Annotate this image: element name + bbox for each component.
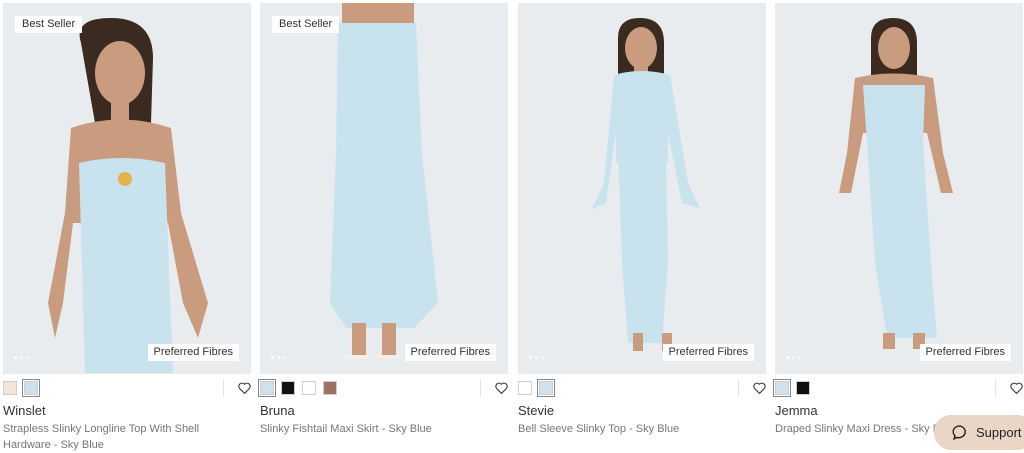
wishlist-button[interactable] bbox=[995, 379, 1023, 397]
image-carousel-dots[interactable] bbox=[14, 356, 29, 359]
product-description[interactable]: Strapless Slinky Longline Top With Shell… bbox=[3, 421, 213, 453]
carousel-dot[interactable] bbox=[283, 356, 286, 359]
heart-icon bbox=[238, 382, 251, 394]
product-description[interactable]: Bell Sleeve Slinky Top - Sky Blue bbox=[518, 421, 728, 437]
wishlist-button[interactable] bbox=[738, 379, 766, 397]
best-seller-badge: Best Seller bbox=[15, 16, 83, 33]
carousel-dot[interactable] bbox=[541, 356, 544, 359]
color-swatch[interactable] bbox=[773, 379, 791, 397]
product-card[interactable]: Best Seller Preferred Fibres Bruna Slink… bbox=[258, 3, 508, 453]
model-photo bbox=[518, 3, 766, 374]
product-image[interactable]: Best Seller Preferred Fibres bbox=[3, 3, 251, 374]
product-name[interactable]: Stevie bbox=[518, 403, 554, 418]
support-label: Support bbox=[976, 425, 1022, 440]
product-name[interactable]: Winslet bbox=[3, 403, 46, 418]
color-swatch[interactable] bbox=[518, 381, 532, 395]
wishlist-button[interactable] bbox=[480, 379, 508, 397]
image-carousel-dots[interactable] bbox=[271, 356, 286, 359]
support-chat-button[interactable]: Support bbox=[934, 415, 1024, 450]
product-image[interactable]: Preferred Fibres bbox=[775, 3, 1023, 374]
carousel-dot[interactable] bbox=[26, 356, 29, 359]
model-photo bbox=[260, 3, 508, 374]
carousel-dot[interactable] bbox=[271, 356, 274, 359]
product-name[interactable]: Jemma bbox=[775, 403, 818, 418]
image-carousel-dots[interactable] bbox=[786, 356, 801, 359]
preferred-fibres-tag: Preferred Fibres bbox=[147, 344, 239, 361]
color-swatches bbox=[258, 379, 337, 397]
color-swatch[interactable] bbox=[302, 381, 316, 395]
color-swatch[interactable] bbox=[323, 381, 337, 395]
product-grid: Best Seller Preferred Fibres Winslet Str… bbox=[3, 3, 1023, 453]
chat-bubble-icon bbox=[952, 425, 966, 441]
model-photo bbox=[3, 3, 251, 374]
wishlist-button[interactable] bbox=[223, 379, 251, 397]
color-swatch[interactable] bbox=[258, 379, 276, 397]
heart-icon bbox=[495, 382, 508, 394]
product-name[interactable]: Bruna bbox=[260, 403, 295, 418]
color-swatches bbox=[773, 379, 810, 397]
heart-icon bbox=[1010, 382, 1023, 394]
preferred-fibres-tag: Preferred Fibres bbox=[662, 344, 754, 361]
color-swatch[interactable] bbox=[3, 381, 17, 395]
product-card[interactable]: Preferred Fibres Jemma Draped Slinky Max… bbox=[773, 3, 1023, 453]
product-description[interactable]: Slinky Fishtail Maxi Skirt - Sky Blue bbox=[260, 421, 470, 437]
image-carousel-dots[interactable] bbox=[529, 356, 544, 359]
carousel-dot[interactable] bbox=[798, 356, 801, 359]
preferred-fibres-tag: Preferred Fibres bbox=[919, 344, 1011, 361]
carousel-dot[interactable] bbox=[529, 356, 532, 359]
heart-icon bbox=[753, 382, 766, 394]
color-swatch[interactable] bbox=[796, 381, 810, 395]
carousel-dot[interactable] bbox=[786, 356, 789, 359]
color-swatch[interactable] bbox=[281, 381, 295, 395]
product-card[interactable]: Best Seller Preferred Fibres Winslet Str… bbox=[3, 3, 251, 453]
color-swatch[interactable] bbox=[22, 379, 40, 397]
color-swatch[interactable] bbox=[537, 379, 555, 397]
carousel-dot[interactable] bbox=[792, 356, 795, 359]
product-card[interactable]: Preferred Fibres Stevie Bell Sleeve Slin… bbox=[518, 3, 766, 453]
carousel-dot[interactable] bbox=[535, 356, 538, 359]
carousel-dot[interactable] bbox=[20, 356, 23, 359]
carousel-dot[interactable] bbox=[277, 356, 280, 359]
best-seller-badge: Best Seller bbox=[272, 16, 340, 33]
product-image[interactable]: Preferred Fibres bbox=[518, 3, 766, 374]
color-swatches bbox=[3, 379, 40, 397]
carousel-dot[interactable] bbox=[14, 356, 17, 359]
product-image[interactable]: Best Seller Preferred Fibres bbox=[260, 3, 508, 374]
model-photo bbox=[775, 3, 1023, 374]
color-swatches bbox=[518, 379, 555, 397]
preferred-fibres-tag: Preferred Fibres bbox=[404, 344, 496, 361]
